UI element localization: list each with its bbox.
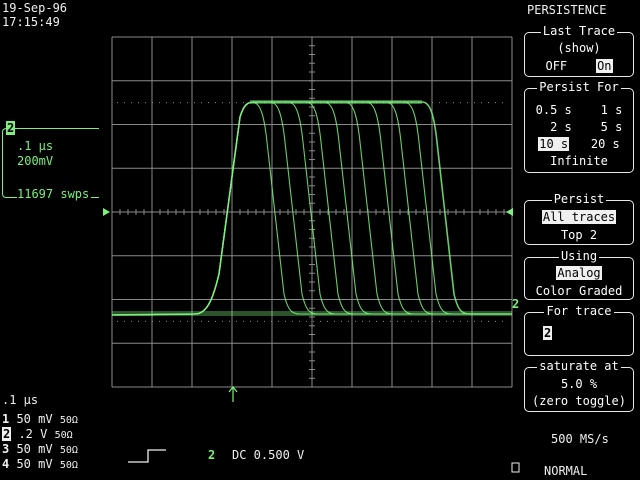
menu-title: PERSISTENCE <box>527 3 607 17</box>
channel-volts-div: 50 mV <box>9 442 60 456</box>
channel-number: 2 <box>2 427 12 441</box>
persist-2s[interactable]: 2 s <box>550 120 572 134</box>
persist-5s[interactable]: 5 s <box>601 120 623 134</box>
channel-impedance: 50Ω <box>59 460 78 471</box>
persist-infinite[interactable]: Infinite <box>525 155 633 168</box>
persist-0-5s[interactable]: 0.5 s <box>536 103 572 117</box>
trigger-mode: NORMAL <box>544 464 588 478</box>
persist-top-2[interactable]: Top 2 <box>525 229 633 242</box>
using-color-graded[interactable]: Color Graded <box>525 285 633 298</box>
status-indicator-icon <box>511 462 520 473</box>
using-menu[interactable]: Using Analog Color Graded <box>524 249 634 300</box>
channel-row: 1 50 mV 50Ω <box>2 413 78 427</box>
right-marker <box>506 208 513 216</box>
graticule <box>111 36 513 388</box>
last-trace-sub: (show) <box>557 41 601 55</box>
saturate-title: saturate at <box>537 359 621 373</box>
top-noise-band <box>250 100 422 104</box>
using-analog[interactable]: Analog <box>556 266 602 280</box>
persist-for-menu[interactable]: Persist For 0.5 s 1 s 2 s 5 s 10 s 20 s … <box>524 80 634 173</box>
channel-impedance: 50Ω <box>59 445 78 456</box>
using-title: Using <box>558 249 600 263</box>
last-trace-menu[interactable]: Last Trace (show) OFF On <box>524 24 634 77</box>
last-trace-off[interactable]: OFF <box>545 59 567 73</box>
channel-volts-div: 50 mV <box>9 457 60 471</box>
channel-badge: 2 <box>6 121 16 135</box>
for-trace-menu[interactable]: For trace 2 <box>524 304 634 356</box>
bottom-timebase: .1 μs <box>2 393 39 407</box>
sample-rate: 500 MS/s <box>551 432 609 446</box>
trigger-level-marker <box>103 208 110 216</box>
channel-impedance: 50Ω <box>59 415 78 426</box>
channel-volts-div: 50 mV <box>9 412 60 426</box>
date-display: 19-Sep-96 <box>2 1 68 15</box>
persist-10s[interactable]: 10 s <box>538 137 570 151</box>
channel-row: 3 50 mV 50Ω <box>2 443 78 457</box>
trace-label: 2 <box>512 297 520 311</box>
channel-volts: 200mV <box>17 154 54 168</box>
trigger-position-marker <box>228 386 238 402</box>
trigger-coupling: DC 0.500 V <box>232 448 305 462</box>
trigger-channel: 2 <box>208 448 216 462</box>
time-display: 17:15:49 <box>2 15 60 29</box>
persist-20s[interactable]: 20 s <box>591 137 620 151</box>
channel-impedance: 50Ω <box>54 430 73 441</box>
persist-all-traces[interactable]: All traces <box>541 210 617 224</box>
for-trace-title: For trace <box>544 304 614 318</box>
saturate-menu[interactable]: saturate at 5.0 % (zero toggle) <box>524 359 634 412</box>
last-trace-title: Last Trace <box>540 24 618 38</box>
channel-row: 4 50 mV 50Ω <box>2 458 78 472</box>
last-trace-on[interactable]: On <box>596 59 613 73</box>
channel-row: 2 .2 V 50Ω <box>2 427 73 442</box>
persist-menu[interactable]: Persist All traces Top 2 <box>524 192 634 245</box>
saturate-hint: (zero toggle) <box>532 394 626 408</box>
channel-volts-div: .2 V <box>11 427 55 441</box>
baseline-noise-band <box>112 311 512 316</box>
persist-for-title: Persist For <box>537 80 621 94</box>
saturate-value: 5.0 % <box>560 377 598 391</box>
channel-timebase: .1 μs <box>17 139 54 153</box>
for-trace-value[interactable]: 2 <box>543 326 553 340</box>
persist-1s[interactable]: 1 s <box>601 103 623 117</box>
persist-title: Persist <box>551 192 607 206</box>
sweep-count: 11697 swps <box>17 187 92 201</box>
trigger-slope-icon <box>128 449 166 463</box>
